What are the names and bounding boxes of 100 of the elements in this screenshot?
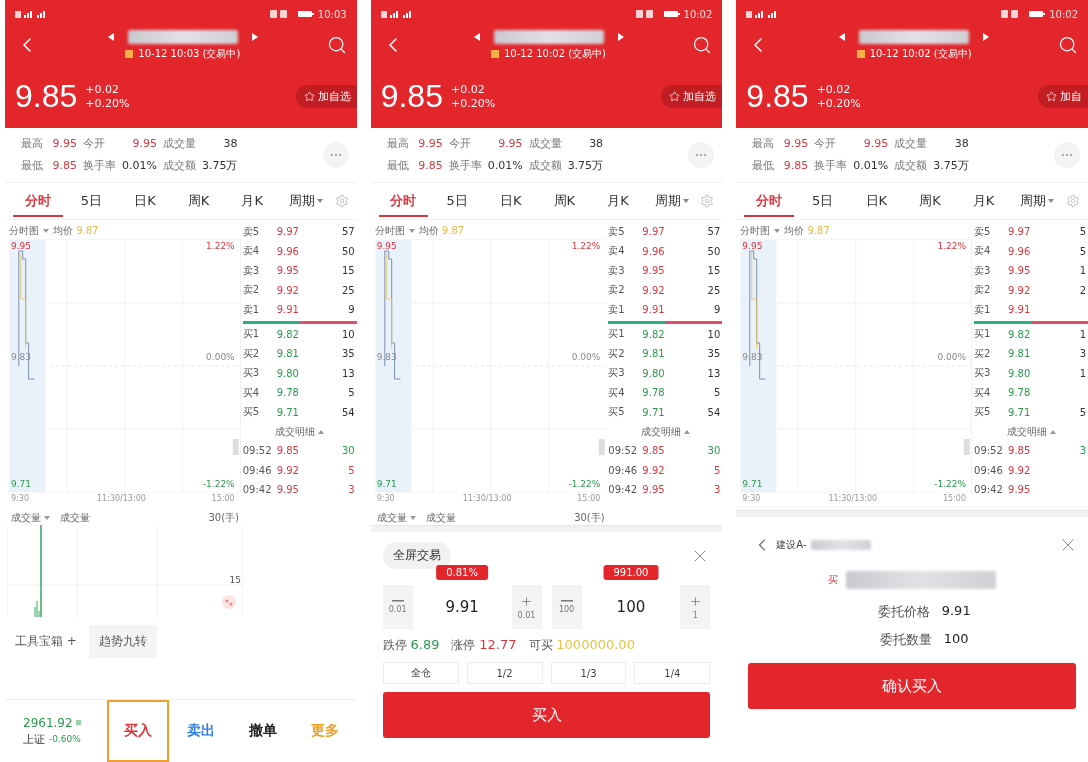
stat-value: 9.95: [417, 137, 443, 151]
scatter-icon[interactable]: [221, 595, 237, 609]
decrease-button[interactable]: 100: [551, 585, 582, 629]
order-book-level: 买3: [242, 366, 261, 381]
volume-mid-label: 15: [229, 575, 241, 585]
trade-price: 9.95: [1008, 484, 1032, 496]
order-book-volume: 10: [706, 328, 722, 340]
order-book-volume: 3: [1078, 348, 1087, 360]
chart-tab[interactable]: 周期: [1012, 185, 1062, 217]
stat-value: 3.75万: [933, 159, 969, 173]
chart-tab[interactable]: 周期: [281, 185, 331, 217]
stat-label: 最高: [21, 137, 43, 151]
trade-volume: 3: [712, 484, 722, 496]
order-book-price: 9.71: [1008, 406, 1032, 418]
stat-label: 换手率: [448, 159, 482, 173]
position-fraction-button[interactable]: 1/2: [466, 662, 543, 684]
volume-label: 成交量: [425, 510, 456, 525]
chart-tab[interactable]: 5日: [797, 185, 848, 217]
average-price: 均价 9.87: [418, 223, 465, 238]
order-book-price: 9.82: [1008, 328, 1032, 340]
caret-icon: [774, 228, 781, 233]
chart-tab[interactable]: 周K: [539, 185, 590, 217]
volume-selector[interactable]: 成交量: [376, 510, 416, 525]
stat-value: 9.95: [497, 137, 523, 151]
price-change-percent: +0.20%: [85, 96, 130, 111]
order-book-level: 卖5: [608, 224, 626, 239]
previous-arrow-icon[interactable]: [473, 32, 480, 41]
chart-tab[interactable]: 月K: [958, 185, 1009, 217]
previous-arrow-icon[interactable]: [107, 32, 114, 41]
next-arrow-icon[interactable]: [617, 32, 624, 41]
search-icon[interactable]: [1058, 35, 1078, 55]
trade-price: 9.92: [642, 464, 666, 476]
next-arrow-icon[interactable]: [983, 32, 990, 41]
trade-time: 09:52: [242, 445, 273, 457]
volume-selector[interactable]: 成交量: [11, 510, 50, 525]
order-book-price: 9.80: [1008, 367, 1032, 379]
stat-value: 9.85: [782, 159, 809, 173]
search-icon[interactable]: [326, 35, 347, 55]
chart-tab[interactable]: 日K: [120, 185, 170, 217]
order-book-price: 9.92: [1008, 284, 1032, 296]
add-watchlist-button[interactable]: 加自选: [295, 85, 357, 108]
order-book-volume: 25: [340, 284, 356, 296]
tool-chip[interactable]: 趋势九转: [88, 625, 157, 658]
order-book-level: 买5: [608, 405, 626, 420]
trade-details-toggle[interactable]: 成交明细: [242, 422, 357, 441]
battery-icon: [1001, 10, 1046, 18]
increase-button[interactable]: 1: [680, 585, 711, 629]
position-fraction-button[interactable]: 1/4: [634, 662, 711, 684]
volume-label: 成交量: [60, 510, 90, 525]
position-fraction-button[interactable]: 全仓: [382, 662, 459, 684]
order-book-level: 买1: [974, 327, 992, 342]
order-book-level: 买1: [242, 327, 261, 342]
chart-tab[interactable]: 5日: [432, 185, 482, 217]
chart-tab[interactable]: 周K: [905, 185, 955, 217]
search-icon[interactable]: [692, 35, 713, 55]
trade-action-button[interactable]: 买入: [107, 700, 170, 762]
order-book-level: 卖4: [608, 244, 626, 259]
order-book-volume: 35: [340, 348, 356, 360]
position-fraction-button[interactable]: 1/3: [550, 662, 627, 684]
chart-tab[interactable]: 分时: [744, 185, 794, 217]
chart-tab[interactable]: 月K: [593, 185, 643, 217]
chart-tab[interactable]: 分时: [13, 185, 63, 217]
redacted-block: [810, 540, 871, 550]
stat-label: 今开: [448, 137, 472, 151]
chart-tab[interactable]: 月K: [227, 185, 278, 217]
chart-tab[interactable]: 周期: [646, 185, 697, 217]
chart-type-selector[interactable]: 分时图: [374, 223, 405, 238]
order-book-price: 9.97: [1008, 226, 1032, 238]
trade-details-toggle[interactable]: 成交明细: [974, 422, 1088, 441]
confirm-buy-button[interactable]: 确认买入: [748, 663, 1076, 709]
add-watchlist-button[interactable]: 加自选: [661, 85, 723, 108]
order-book-price: 9.78: [1008, 387, 1032, 399]
chart-tab[interactable]: 周K: [173, 185, 224, 217]
chart-type-selector[interactable]: 分时图: [740, 223, 771, 238]
chart-tab[interactable]: 分时: [378, 185, 429, 217]
order-book-price: 9.91: [1008, 304, 1032, 316]
chart-tab[interactable]: 日K: [485, 185, 536, 217]
trade-details-toggle[interactable]: 成交明细: [608, 422, 723, 441]
order-book-volume: 50: [706, 245, 722, 257]
order-book-price: 9.71: [276, 406, 300, 418]
trade-volume: 30: [340, 445, 356, 457]
chart-tab[interactable]: 日K: [851, 185, 902, 217]
previous-arrow-icon[interactable]: [839, 32, 846, 41]
stat-label: 换手率: [814, 159, 848, 173]
chart-tab[interactable]: 5日: [66, 185, 117, 217]
chart-type-selector[interactable]: 分时图: [9, 223, 39, 238]
axis-label: 9.95: [742, 241, 763, 251]
stat-value: 9.95: [131, 137, 157, 151]
add-watchlist-button[interactable]: 加自: [1038, 85, 1088, 108]
increase-button[interactable]: 0.01: [511, 585, 542, 629]
order-book-price: 9.81: [642, 348, 666, 360]
buy-button[interactable]: 买入: [382, 692, 711, 738]
toolbox-label[interactable]: 工具宝箱 +: [15, 633, 77, 650]
axis-label: 9.95: [376, 241, 397, 251]
order-book-price: 9.78: [276, 387, 300, 399]
order-book-price: 9.91: [276, 304, 300, 316]
next-arrow-icon[interactable]: [251, 32, 258, 41]
fullscreen-trade-chip[interactable]: 全屏交易: [382, 542, 451, 569]
decrease-button[interactable]: 0.01: [382, 585, 413, 629]
index-name: 上证: [23, 731, 45, 747]
